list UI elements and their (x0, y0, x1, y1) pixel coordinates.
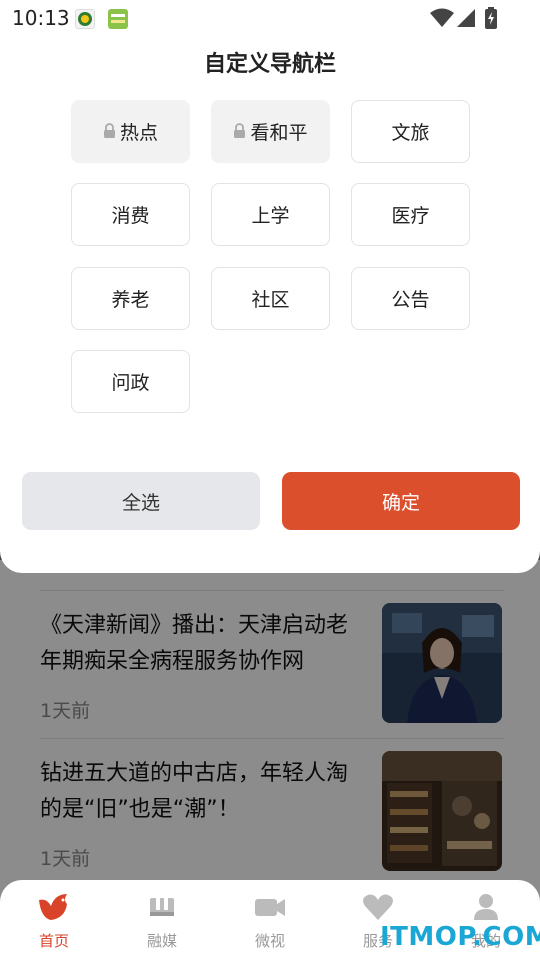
channel-label: 看和平 (250, 122, 308, 144)
lock-icon (103, 121, 116, 143)
tab-home[interactable]: 首页 (0, 888, 108, 951)
tab-label: 微视 (254, 932, 285, 950)
tab-label: 融媒 (146, 932, 177, 950)
app-notification-icon (75, 9, 95, 29)
confirm-button[interactable]: 确定 (282, 472, 520, 530)
tab-micro-video[interactable]: 微视 (216, 888, 324, 951)
channel-chip-notice[interactable]: 公告 (351, 267, 470, 330)
status-bar: 10:13 (0, 0, 540, 36)
channel-chip-hot[interactable]: 热点 (71, 100, 190, 163)
battery-icon (485, 7, 497, 33)
select-all-button[interactable]: 全选 (22, 472, 260, 530)
app-notification-icon (108, 9, 128, 29)
cellular-signal-icon (456, 8, 476, 32)
user-icon (432, 892, 540, 926)
lock-icon (233, 121, 246, 143)
channel-chip-community[interactable]: 社区 (211, 267, 330, 330)
channel-chip-culture-travel[interactable]: 文旅 (351, 100, 470, 163)
channel-label: 社区 (251, 289, 290, 311)
channel-label: 热点 (119, 122, 158, 144)
status-time: 10:13 (12, 6, 70, 30)
channel-label: 公告 (391, 289, 430, 311)
tab-media[interactable]: 融媒 (108, 888, 216, 951)
channel-label: 文旅 (391, 122, 430, 144)
channel-chip-politics[interactable]: 问政 (71, 350, 190, 413)
channel-label: 医疗 (391, 205, 430, 227)
video-camera-icon (216, 892, 324, 926)
home-bird-icon (0, 892, 108, 926)
customize-nav-sheet: 10:13 自定义导航栏 热点 看和平 文旅 消费 上学 医疗 养老 社区 公告… (0, 0, 540, 573)
channel-label: 消费 (111, 205, 150, 227)
channel-chip-school[interactable]: 上学 (211, 183, 330, 246)
channel-chip-consumption[interactable]: 消费 (71, 183, 190, 246)
channel-chip-elderly[interactable]: 养老 (71, 267, 190, 330)
heart-icon (324, 892, 432, 926)
sheet-title: 自定义导航栏 (203, 52, 336, 77)
channel-label: 养老 (111, 289, 150, 311)
channel-label: 问政 (111, 372, 150, 394)
wifi-icon (430, 8, 454, 32)
tab-label: 首页 (38, 932, 69, 950)
channel-chip-medical[interactable]: 医疗 (351, 183, 470, 246)
channel-label: 上学 (251, 205, 290, 227)
watermark: ITMOP.COM (380, 922, 540, 952)
channel-chip-heping[interactable]: 看和平 (211, 100, 330, 163)
media-icon (108, 892, 216, 926)
